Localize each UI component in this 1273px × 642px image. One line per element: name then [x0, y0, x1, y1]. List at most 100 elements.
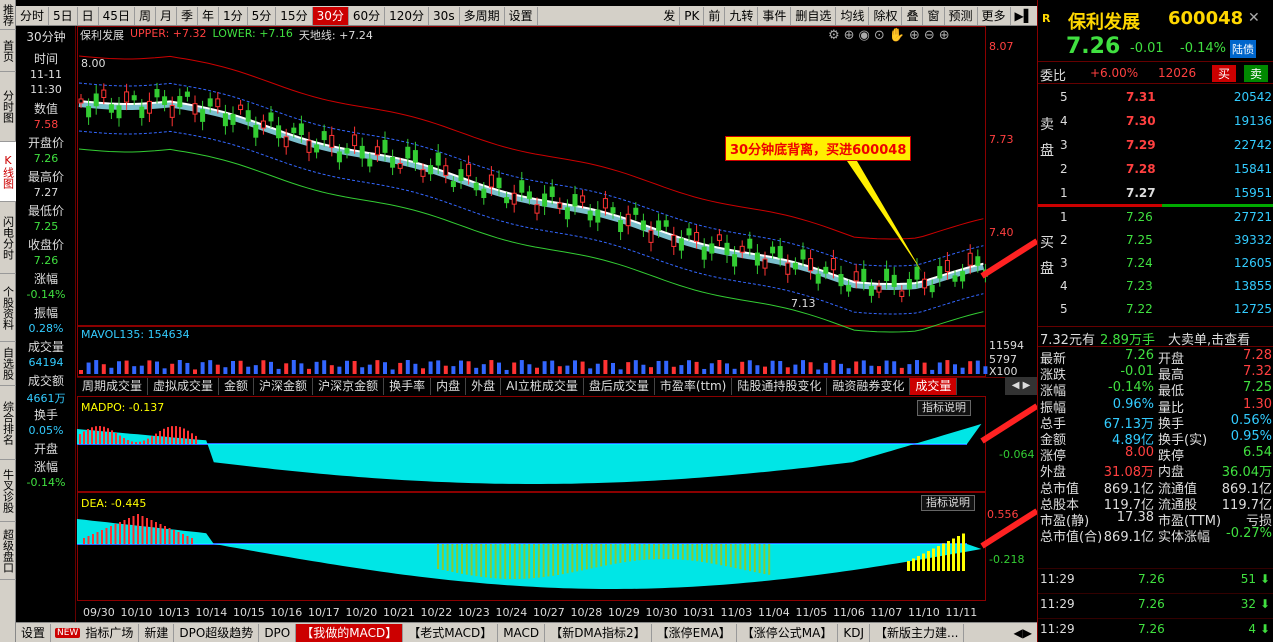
- macd-green-bar: [691, 544, 694, 561]
- ask-row[interactable]: 3 7.29 22742: [1038, 136, 1273, 157]
- stat-row: 涨幅 -0.14% 最低 7.25: [1038, 380, 1273, 399]
- bid-row[interactable]: 2 7.25 39332: [1038, 231, 1273, 252]
- indicator-tab[interactable]: 融资融券变化: [827, 378, 911, 395]
- period-button[interactable]: 60分: [349, 6, 386, 25]
- ask-row[interactable]: 2 7.28 15841: [1038, 160, 1273, 181]
- tool-button[interactable]: 预测: [945, 6, 978, 25]
- tool-button[interactable]: 前: [704, 6, 726, 25]
- indicator-tab[interactable]: 陆股通持股变化: [732, 378, 828, 395]
- tool-button[interactable]: 叠: [902, 6, 924, 25]
- big-order-link[interactable]: 大卖单,击查看: [1168, 329, 1250, 348]
- madpo-help-button[interactable]: 指标说明: [917, 400, 971, 416]
- kline-svg[interactable]: 8.07 7.73 7.40 8.00 7.13 MAVOL135: 154634 1159…: [77, 26, 1039, 622]
- buy-button[interactable]: 买: [1212, 65, 1237, 82]
- period-button[interactable]: 年: [198, 6, 220, 25]
- candle-body: [823, 266, 829, 274]
- bid-row[interactable]: 3 7.24 12605: [1038, 254, 1273, 275]
- indicator-tab[interactable]: 周期成交量: [77, 378, 149, 395]
- indicator-tab[interactable]: 换手率: [384, 378, 432, 395]
- period-button[interactable]: 15分: [276, 6, 313, 25]
- bottom-tab[interactable]: 【涨停公式MA】: [737, 623, 839, 642]
- left-nav-item[interactable]: 首页: [0, 30, 16, 72]
- left-nav-item[interactable]: 牛叉诊股: [0, 460, 16, 522]
- macd-green-bar: [451, 544, 454, 572]
- left-nav-item[interactable]: K线图: [0, 142, 16, 202]
- lugu-tag[interactable]: 陆债: [1230, 40, 1256, 58]
- period-button[interactable]: 5日: [49, 6, 78, 25]
- left-nav-item[interactable]: 闪电分时: [0, 202, 16, 274]
- bottom-tab[interactable]: 【新DMA指标2】: [545, 623, 652, 642]
- left-nav-item[interactable]: 推荐: [0, 0, 16, 30]
- macd-yellow-bar: [932, 548, 935, 571]
- indicator-tab[interactable]: 内盘: [431, 378, 467, 395]
- period-button[interactable]: 30s: [429, 6, 460, 25]
- bottom-tab[interactable]: 指标广场: [80, 623, 140, 642]
- big-order-row[interactable]: 7.32元有 2.89万手 大卖单,击查看: [1038, 326, 1273, 348]
- period-button[interactable]: 30分: [312, 6, 349, 25]
- period-button[interactable]: 1分: [219, 6, 248, 25]
- indicator-tab[interactable]: 沪深金额: [254, 378, 314, 395]
- macd-help-button[interactable]: 指标说明: [921, 495, 975, 511]
- sell-button[interactable]: 卖: [1244, 65, 1269, 82]
- ask-row[interactable]: 5 7.31 20542: [1038, 88, 1273, 109]
- indicator-tab[interactable]: 市盈率(ttm): [655, 378, 733, 395]
- left-nav-item[interactable]: 个股资料: [0, 274, 16, 342]
- left-nav-item[interactable]: 分时图: [0, 72, 16, 142]
- tool-button[interactable]: 除权: [869, 6, 903, 25]
- tool-button[interactable]: 发: [659, 6, 681, 25]
- tool-button[interactable]: 窗: [923, 6, 945, 25]
- left-nav-item[interactable]: 超级盘口: [0, 522, 16, 580]
- bottom-tab[interactable]: 【老式MACD】: [403, 623, 499, 642]
- candle-body: [830, 258, 836, 271]
- indicator-tab[interactable]: 沪深京金额: [313, 378, 385, 395]
- low-value: 7.25: [33, 220, 59, 233]
- period-button[interactable]: 45日: [99, 6, 135, 25]
- tool-button[interactable]: 九转: [725, 6, 759, 25]
- period-button[interactable]: 分时: [16, 6, 50, 25]
- tab-scroll-arrows[interactable]: ◀ ▶: [1005, 377, 1037, 395]
- tool-button[interactable]: 更多: [978, 6, 1011, 25]
- volume-bar: [215, 364, 220, 374]
- bottom-tab[interactable]: 【涨停EMA】: [652, 623, 737, 642]
- bottom-tab[interactable]: KDJ: [838, 623, 871, 642]
- bottom-tab[interactable]: DPO: [259, 623, 297, 642]
- tool-button[interactable]: 事件: [758, 6, 792, 25]
- bottom-tab[interactable]: 【我做的MACD】: [296, 623, 404, 642]
- period-button[interactable]: 季: [177, 6, 198, 25]
- bottom-scroll-arrows[interactable]: ◀▶: [1009, 623, 1038, 642]
- kline-chart-area[interactable]: 8.07 7.73 7.40 8.00 7.13 MAVOL135: 154634 1159…: [77, 26, 1039, 622]
- bottom-tab[interactable]: 【新版主力建...: [870, 623, 965, 642]
- period-button[interactable]: 5分: [248, 6, 277, 25]
- macd-red-bar: [168, 528, 171, 544]
- bottom-tab[interactable]: MACD: [498, 623, 546, 642]
- tool-button[interactable]: PK: [680, 6, 705, 25]
- indicator-tab[interactable]: 成交量: [910, 378, 958, 395]
- bottom-tab[interactable]: 设置: [16, 623, 52, 642]
- period-button[interactable]: 月: [156, 6, 177, 25]
- expand-icon[interactable]: ▶▌: [1011, 6, 1038, 25]
- left-nav-item[interactable]: 综合排名: [0, 386, 16, 460]
- indicator-tab[interactable]: AI立桩成交量: [501, 378, 584, 395]
- ask-row[interactable]: 1 7.27 15951: [1038, 184, 1273, 205]
- bid-row[interactable]: 4 7.23 13855: [1038, 277, 1273, 298]
- left-nav-item[interactable]: 自选股: [0, 342, 16, 386]
- period-button[interactable]: 日: [78, 6, 99, 25]
- ask-row[interactable]: 4 7.30 19136: [1038, 112, 1273, 133]
- bottom-tab[interactable]: 新建: [139, 623, 175, 642]
- indicator-tab[interactable]: 外盘: [466, 378, 502, 395]
- period-button[interactable]: 120分: [385, 6, 430, 25]
- period-button[interactable]: 设置: [505, 6, 538, 25]
- bid-row[interactable]: 1 7.26 27721: [1038, 208, 1273, 229]
- tool-button[interactable]: 删自选: [791, 6, 837, 25]
- bottom-tab[interactable]: DPO超级趋势: [174, 623, 260, 642]
- chart-tool-icons[interactable]: ⚙⊕◉⊙✋⊕⊖⊕: [828, 28, 954, 43]
- close-icon[interactable]: ✕: [1248, 10, 1260, 26]
- indicator-tab[interactable]: 虚拟成交量: [148, 378, 220, 395]
- indicator-tab[interactable]: 盘后成交量: [584, 378, 655, 395]
- close-label: 收盘价: [27, 238, 64, 252]
- period-button[interactable]: 多周期: [460, 6, 505, 25]
- indicator-tab[interactable]: 金额: [219, 378, 255, 395]
- tool-button[interactable]: 均线: [836, 6, 870, 25]
- bid-row[interactable]: 5 7.22 12725: [1038, 300, 1273, 321]
- period-button[interactable]: 周: [135, 6, 156, 25]
